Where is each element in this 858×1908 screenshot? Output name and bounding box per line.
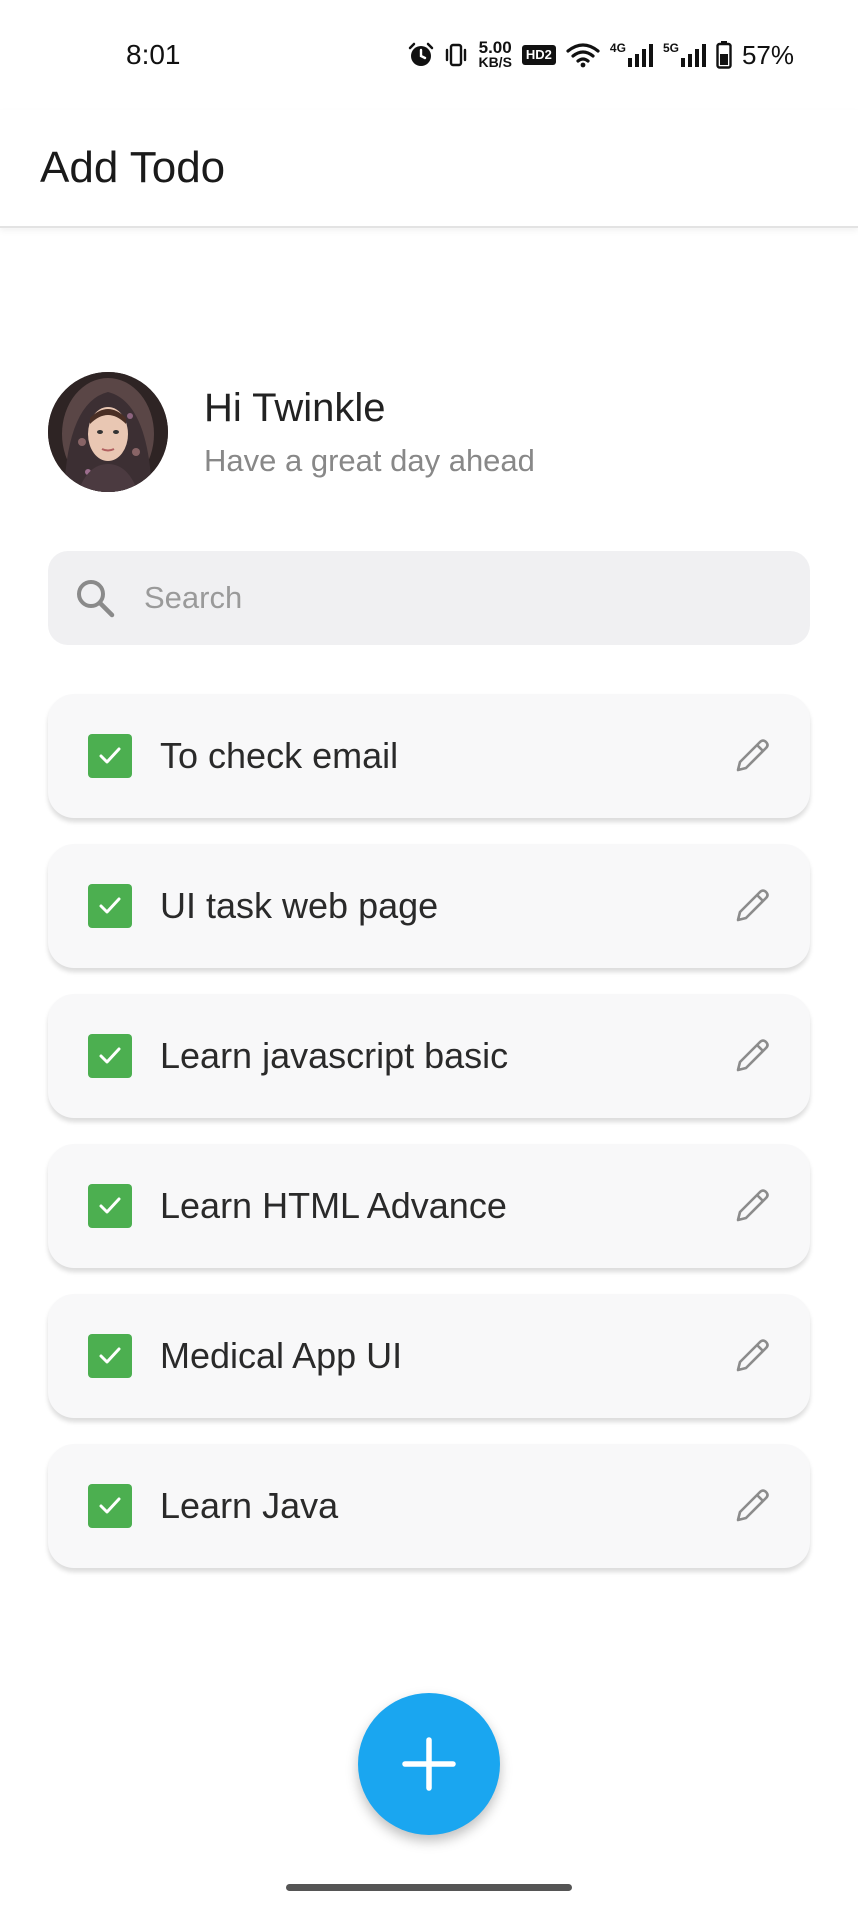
check-icon <box>99 747 121 764</box>
signal-icon <box>680 44 706 67</box>
add-todo-button[interactable] <box>358 1693 500 1835</box>
todo-checkbox[interactable] <box>88 1034 132 1078</box>
signal-5g: 5G <box>663 42 706 68</box>
todo-checkbox[interactable] <box>88 734 132 778</box>
home-indicator[interactable] <box>286 1884 572 1891</box>
check-icon <box>99 897 121 914</box>
todo-list: To check email UI task web page Learn java… <box>48 694 810 1594</box>
todo-checkbox[interactable] <box>88 884 132 928</box>
net1-label: 4G <box>609 41 626 55</box>
todo-checkbox[interactable] <box>88 1484 132 1528</box>
check-icon <box>99 1347 121 1364</box>
todo-item[interactable]: Learn javascript basic <box>48 994 810 1118</box>
check-icon <box>99 1497 121 1514</box>
profile-header: Hi Twinkle Have a great day ahead <box>48 372 535 492</box>
todo-label: Learn Java <box>160 1485 339 1526</box>
search-icon <box>74 577 116 619</box>
hd-badge: HD2 <box>521 45 556 65</box>
avatar[interactable] <box>48 372 168 492</box>
greeting-title: Hi Twinkle <box>204 385 386 430</box>
todo-label: Medical App UI <box>160 1335 403 1376</box>
edit-icon[interactable] <box>730 734 774 778</box>
todo-item[interactable]: Learn HTML Advance <box>48 1144 810 1268</box>
todo-label: Learn javascript basic <box>160 1035 509 1076</box>
edit-icon[interactable] <box>730 884 774 928</box>
alarm-icon <box>408 42 434 68</box>
edit-icon[interactable] <box>730 1484 774 1528</box>
check-icon <box>99 1197 121 1214</box>
battery-icon <box>716 41 732 69</box>
edit-icon[interactable] <box>730 1184 774 1228</box>
screen: 8:01 5.00 KB/S HD2 4G 5G 57% Add Todo Hi… <box>0 0 858 1908</box>
todo-label: UI task web page <box>160 885 439 926</box>
greeting-subtitle: Have a great day ahead <box>204 442 535 478</box>
edit-icon[interactable] <box>730 1334 774 1378</box>
todo-item[interactable]: UI task web page <box>48 844 810 968</box>
status-time: 8:01 <box>126 39 181 70</box>
todo-label: Learn HTML Advance <box>160 1185 507 1226</box>
wifi-icon <box>566 42 600 68</box>
todo-label: To check email <box>160 735 399 776</box>
signal-4g: 4G <box>610 42 653 68</box>
greeting-block: Hi Twinkle Have a great day ahead <box>204 386 535 479</box>
status-icons: 5.00 KB/S HD2 4G 5G 57% <box>408 38 794 71</box>
speed-unit: KB/S <box>478 54 512 70</box>
signal-icon <box>627 44 653 67</box>
edit-icon[interactable] <box>730 1034 774 1078</box>
vibrate-icon <box>444 42 468 68</box>
todo-item[interactable]: Medical App UI <box>48 1294 810 1418</box>
search-bar[interactable] <box>48 551 810 645</box>
check-icon <box>99 1047 121 1064</box>
search-input[interactable] <box>144 580 784 616</box>
battery-percent: 57% <box>741 39 794 70</box>
todo-item[interactable]: To check email <box>48 694 810 818</box>
network-speed: 5.00 KB/S <box>478 38 512 70</box>
speed-value: 5.00 <box>478 38 512 57</box>
todo-item[interactable]: Learn Java <box>48 1444 810 1568</box>
todo-checkbox[interactable] <box>88 1334 132 1378</box>
app-bar: Add Todo <box>0 110 858 228</box>
todo-checkbox[interactable] <box>88 1184 132 1228</box>
page-title: Add Todo <box>40 143 226 192</box>
status-bar: 8:01 5.00 KB/S HD2 4G 5G 57% <box>0 0 858 110</box>
net2-label: 5G <box>662 41 679 55</box>
plus-icon <box>402 1737 456 1791</box>
